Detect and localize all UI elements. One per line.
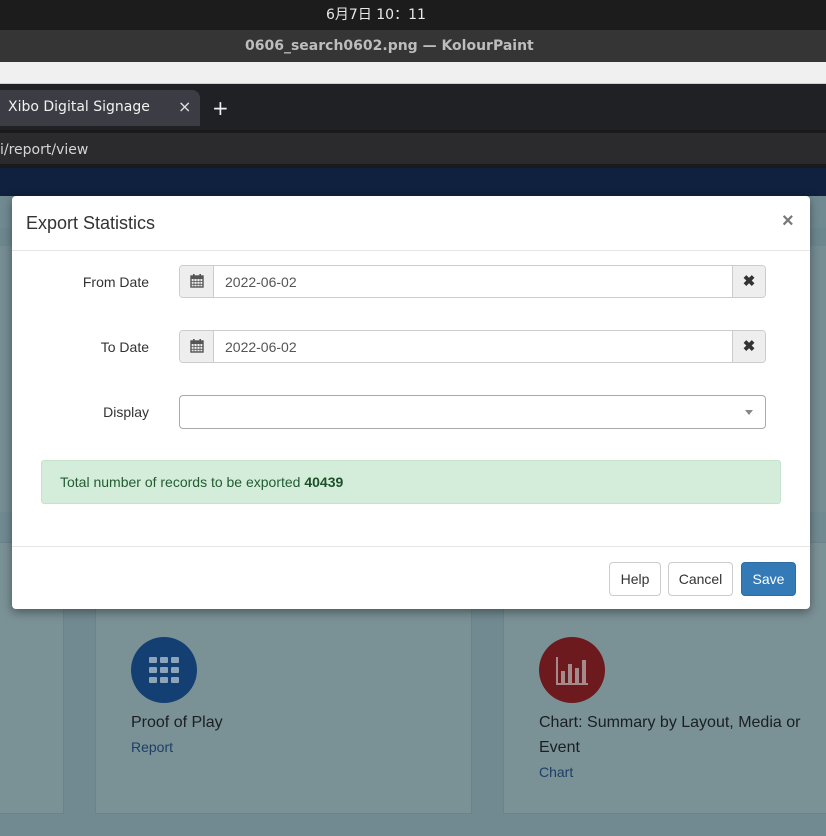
clear-from-date-icon[interactable]: ✖ [732, 266, 765, 297]
card-link[interactable]: Chart [539, 764, 573, 780]
grid-icon [131, 637, 197, 703]
calendar-icon-graphic [190, 339, 204, 353]
card-title: Proof of Play [131, 714, 223, 731]
address-bar[interactable]: i/report/view [0, 130, 826, 168]
tab-title: Xibo Digital Signage [8, 99, 150, 115]
browser-tab-strip: Xibo Digital Signage × [0, 84, 826, 130]
to-date-input[interactable] [214, 331, 732, 362]
system-clock[interactable]: 6月7日 10：11 [326, 0, 426, 30]
from-date-label: From Date [82, 274, 149, 290]
calendar-icon[interactable] [180, 331, 214, 362]
export-statistics-modal: Export Statistics × From Date ✖ To Date [12, 196, 810, 609]
tab-close-icon[interactable]: × [178, 97, 191, 116]
help-button[interactable]: Help [609, 562, 661, 596]
window-toolbar-strip [0, 62, 826, 84]
to-date-group: ✖ [179, 330, 766, 363]
records-count-alert: Total number of records to be exported 4… [41, 460, 781, 504]
window-title-bar: 0606_search0602.png — KolourPaint [0, 30, 826, 62]
to-date-label: To Date [100, 339, 149, 355]
display-select[interactable] [179, 395, 766, 429]
modal-footer: Help Cancel Save [12, 546, 810, 609]
calendar-icon[interactable] [180, 266, 214, 297]
app-navbar [0, 168, 826, 196]
window-title: 0606_search0602.png — KolourPaint [245, 38, 534, 54]
bar-chart-icon [539, 637, 605, 703]
alert-text: Total number of records to be exported [60, 474, 305, 490]
card-title: Chart: Summary by Layout, Media or Event [539, 714, 801, 756]
modal-title: Export Statistics [26, 213, 156, 233]
calendar-icon-graphic [190, 274, 204, 288]
save-button[interactable]: Save [741, 562, 796, 596]
new-tab-button[interactable]: + [212, 96, 229, 120]
browser-tab[interactable]: Xibo Digital Signage × [0, 90, 200, 126]
modal-header: Export Statistics × [12, 196, 810, 251]
records-count: 40439 [304, 474, 344, 490]
from-date-group: ✖ [179, 265, 766, 298]
card-link[interactable]: Report [131, 739, 173, 755]
from-date-input[interactable] [214, 266, 732, 297]
display-label: Display [103, 404, 149, 420]
address-bar-url: i/report/view [0, 142, 89, 158]
grid-icon-graphic [149, 657, 179, 683]
bar-chart-icon-graphic [556, 657, 588, 685]
close-icon[interactable]: × [782, 210, 794, 233]
clear-to-date-icon[interactable]: ✖ [732, 331, 765, 362]
cancel-button[interactable]: Cancel [668, 562, 733, 596]
chevron-down-icon [745, 410, 753, 415]
os-top-bar: 6月7日 10：11 [0, 0, 826, 30]
